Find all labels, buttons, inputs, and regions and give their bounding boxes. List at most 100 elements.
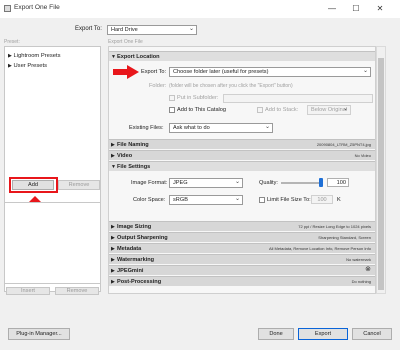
section-summary: Do nothing — [351, 279, 371, 284]
title-bar: Export One File — ☐ ✕ — [0, 0, 400, 18]
image-format-value: JPEG — [173, 180, 188, 186]
triangle-right-icon: ▶ — [111, 142, 115, 148]
preset-folder-label: Lightroom Presets — [13, 53, 61, 59]
folder-label: Folder: — [149, 83, 167, 89]
section-metadata[interactable]: ▶ Metadata All Metadata, Remove Location… — [109, 243, 375, 253]
window-title: Export One File — [14, 4, 60, 11]
section-video[interactable]: ▶ Video No Video — [109, 150, 375, 160]
section-summary: 20090804_LTRM_Z5PNT4.jpg — [316, 142, 371, 147]
triangle-right-icon: ▶ — [111, 153, 115, 159]
limit-file-size-checkbox[interactable] — [259, 197, 265, 203]
quality-slider-track[interactable] — [281, 182, 321, 184]
location-export-to-select[interactable]: Choose folder later (useful for presets)… — [169, 67, 371, 77]
annotation-box-add — [9, 177, 58, 193]
chevron-down-icon: ⌄ — [362, 68, 368, 74]
annotation-arrow-right — [113, 65, 139, 79]
section-title: Metadata — [117, 246, 142, 252]
plugin-list-box[interactable] — [4, 202, 101, 284]
section-image-sizing[interactable]: ▶ Image Sizing 72 ppi / Resize Long Edge… — [109, 221, 375, 231]
quality-input[interactable]: 100 — [327, 178, 349, 187]
location-export-to-label: Export To: — [141, 69, 167, 75]
triangle-right-icon: ▶ — [111, 224, 115, 230]
section-summary: No Video — [354, 153, 371, 158]
limit-file-size-label: Limit File Size To: — [267, 197, 311, 203]
section-watermarking[interactable]: ▶ Watermarking No watermark — [109, 254, 375, 264]
preset-folder-user[interactable]: ▶ User Presets — [8, 63, 47, 69]
existing-files-select[interactable]: Ask what to do ⌄ — [169, 123, 273, 133]
app-icon — [4, 5, 11, 12]
minimize-icon[interactable]: — — [320, 0, 344, 18]
chevron-down-icon: ⌄ — [342, 106, 348, 112]
limit-file-size-input[interactable]: 100 — [311, 195, 333, 204]
done-button[interactable]: Done — [258, 328, 294, 340]
section-file-settings[interactable]: ▼ File Settings — [109, 161, 375, 171]
triangle-down-icon: ▼ — [111, 164, 116, 170]
section-export-location[interactable]: ▼ Export Location — [109, 51, 375, 61]
triangle-right-icon: ▶ — [111, 257, 115, 263]
section-title: File Settings — [117, 164, 151, 170]
triangle-right-icon: ▶ — [111, 246, 115, 252]
section-summary: Sharpening Standard, Screen — [318, 235, 371, 240]
location-export-to-value: Choose folder later (useful for presets) — [173, 69, 269, 75]
settings-scrollbar-thumb[interactable] — [378, 58, 384, 290]
color-space-value: sRGB — [173, 197, 188, 203]
plugin-manager-button[interactable]: Plug-in Manager... — [8, 328, 70, 340]
quality-label: Quality: — [259, 180, 278, 186]
export-settings-panel: ▼ Export Location Export To: Choose fold… — [108, 46, 376, 294]
close-icon[interactable]: ✕ — [368, 0, 392, 18]
chevron-down-icon: ⌄ — [234, 179, 240, 185]
existing-files-value: Ask what to do — [173, 125, 210, 131]
existing-files-label: Existing Files: — [129, 125, 164, 131]
color-space-select[interactable]: sRGB ⌄ — [169, 195, 243, 205]
section-title: Output Sharpening — [117, 235, 168, 241]
add-to-stack-label: Add to Stack: — [265, 107, 299, 113]
export-to-label: Export To: — [75, 26, 102, 32]
chevron-down-icon: ⌄ — [234, 196, 240, 202]
chevron-down-icon: ⌄ — [264, 124, 270, 130]
section-title: Export Location — [117, 54, 160, 60]
section-title: Watermarking — [117, 257, 155, 263]
limit-file-size-unit: K — [337, 197, 341, 203]
section-title: File Naming — [117, 142, 149, 148]
export-button[interactable]: Export — [298, 328, 348, 340]
image-format-label: Image Format: — [131, 180, 168, 186]
export-destination-select[interactable]: Hard Drive ⌄ — [107, 25, 197, 35]
preset-folder-lightroom[interactable]: ▶ Lightroom Presets — [8, 53, 61, 59]
section-summary: No watermark — [346, 257, 371, 262]
right-heading: Export One File — [108, 39, 143, 45]
preset-folder-label: User Presets — [13, 63, 47, 69]
section-title: Video — [117, 153, 133, 159]
subfolder-input[interactable] — [223, 94, 373, 103]
quality-slider-thumb[interactable] — [319, 178, 323, 187]
triangle-right-icon: ▶ — [111, 268, 115, 274]
section-summary: All Metadata, Remove Location Info, Remo… — [268, 246, 371, 251]
section-summary: 72 ppi / Resize Long Edge to 1024 pixels — [298, 224, 371, 229]
section-post-processing[interactable]: ▶ Post-Processing Do nothing — [109, 276, 375, 286]
insert-button[interactable]: Insert — [6, 287, 50, 295]
chevron-right-icon: ▶ — [8, 63, 12, 69]
put-in-subfolder-label: Put in Subfolder: — [177, 95, 219, 101]
add-to-catalog-checkbox[interactable] — [169, 107, 175, 113]
add-to-stack-checkbox[interactable] — [257, 107, 263, 113]
stack-position-select[interactable]: Below Original ⌄ — [307, 105, 351, 115]
section-title: JPEGmini — [117, 268, 144, 274]
maximize-icon[interactable]: ☐ — [344, 0, 368, 18]
chevron-right-icon: ▶ — [8, 53, 12, 59]
remove-preset-button[interactable]: Remove — [58, 180, 100, 190]
add-to-catalog-label: Add to This Catalog — [177, 107, 227, 113]
triangle-right-icon: ▶ — [111, 279, 115, 285]
section-output-sharpening[interactable]: ▶ Output Sharpening Sharpening Standard,… — [109, 232, 375, 242]
section-title: Post-Processing — [117, 279, 162, 285]
section-file-naming[interactable]: ▶ File Naming 20090804_LTRM_Z5PNT4.jpg — [109, 139, 375, 149]
preset-heading: Preset: — [4, 39, 20, 45]
export-destination-value: Hard Drive — [111, 27, 138, 33]
section-title: Image Sizing — [117, 224, 152, 230]
section-jpegmini[interactable]: ▶ JPEGmini ⊗ — [109, 265, 375, 275]
cancel-button[interactable]: Cancel — [352, 328, 392, 340]
put-in-subfolder-checkbox[interactable] — [169, 95, 175, 101]
remove-section-icon[interactable]: ⊗ — [365, 265, 371, 275]
remove-plugin-button[interactable]: Remove — [55, 287, 99, 295]
folder-value: (folder will be chosen after you click t… — [169, 83, 293, 89]
triangle-right-icon: ▶ — [111, 235, 115, 241]
image-format-select[interactable]: JPEG ⌄ — [169, 178, 243, 188]
